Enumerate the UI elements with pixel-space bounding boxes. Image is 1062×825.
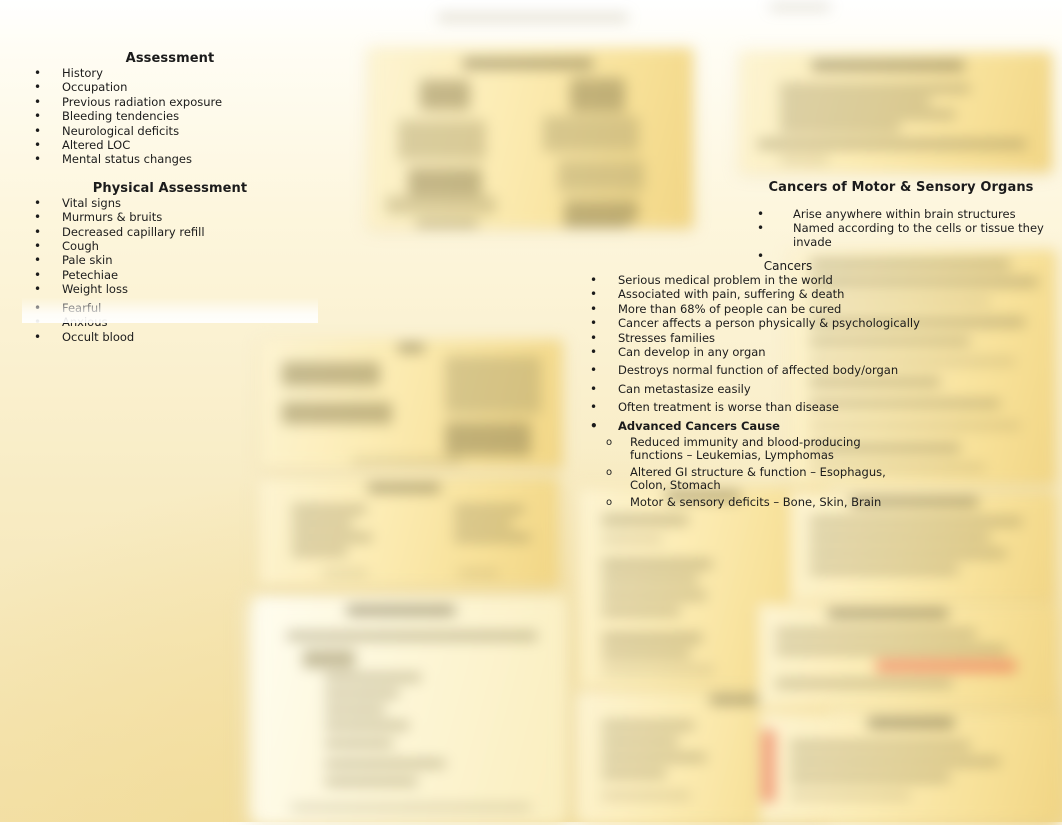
list-item: Can develop in any organ: [578, 345, 998, 359]
blurred-panel-right-footer: [760, 712, 1060, 822]
blurred-panel-top-center: [368, 48, 693, 228]
list-item: Fearful: [22, 301, 318, 315]
cancers-title: Cancers: [763, 259, 813, 273]
cancers-list: Serious medical problem in the world Ass…: [578, 273, 998, 433]
list-item: Cancer affects a person physically & psy…: [578, 316, 998, 330]
blurred-panel-center-left: [260, 340, 562, 468]
motor-sensory-title: Cancers of Motor & Sensory Organs: [768, 180, 1034, 195]
list-item: Arise anywhere within brain structures: [745, 207, 1057, 221]
blurred-panel-right-bottom: [758, 604, 1058, 708]
list-item: Weight loss: [22, 282, 318, 296]
blurred-highlight-bar: [762, 730, 775, 802]
list-item: Mental status changes: [22, 152, 318, 166]
blurred-top-edge-text: [438, 14, 628, 21]
list-item: Serious medical problem in the world: [578, 273, 998, 287]
list-item: History: [22, 66, 318, 80]
assessment-list: History Occupation Previous radiation ex…: [22, 66, 318, 167]
list-item-advanced-cancers: Advanced Cancers Cause: [578, 419, 998, 433]
advanced-cancers-sublist: Reduced immunity and blood-producing fun…: [578, 435, 998, 510]
motor-sensory-panel: Cancers of Motor & Sensory Organs Arise …: [745, 180, 1057, 263]
assessment-title: Assessment: [125, 51, 215, 66]
list-item: Cough: [22, 239, 318, 253]
list-item: Can metastasize easily: [578, 382, 998, 396]
assessment-panel: Assessment History Occupation Previous r…: [22, 45, 318, 344]
physical-assessment-title: Physical Assessment: [92, 180, 248, 196]
blurred-panel-bottom-left: [255, 598, 565, 823]
list-item: Petechiae: [22, 268, 318, 282]
sub-list-item-cont: Colon, Stomach: [630, 478, 721, 493]
list-item: Stresses families: [578, 331, 998, 345]
blurred-panel-top-right: [740, 52, 1052, 172]
list-item: Previous radiation exposure: [22, 95, 318, 109]
list-item: Named according to the cells or tissue t…: [745, 221, 1057, 249]
motor-sensory-list: Arise anywhere within brain structures N…: [745, 207, 1057, 263]
list-item: Neurological deficits: [22, 124, 318, 138]
physical-assessment-list: Vital signs Murmurs & bruits Decreased c…: [22, 196, 318, 344]
list-item: More than 68% of people can be cured: [578, 302, 998, 316]
list-item: Destroys normal function of affected bod…: [578, 363, 998, 377]
list-item: Pale skin: [22, 253, 318, 267]
list-item: Often treatment is worse than disease: [578, 400, 998, 414]
sub-list-item: Motor & sensory deficits – Bone, Skin, B…: [578, 495, 998, 510]
list-item: Occult blood: [22, 329, 318, 343]
list-item: Vital signs: [22, 196, 318, 210]
list-item: Murmurs & bruits: [22, 210, 318, 224]
sub-list-item-cont: functions – Leukemias, Lymphomas: [630, 448, 834, 463]
blurred-highlight-text: [876, 660, 1016, 672]
cancers-panel: Cancers Serious medical problem in the w…: [578, 258, 998, 510]
list-item: Associated with pain, suffering & death: [578, 287, 998, 301]
list-item: Anxious: [22, 315, 318, 329]
list-item: Occupation: [22, 80, 318, 94]
list-item: Bleeding tendencies: [22, 109, 318, 123]
sub-list-item: Reduced immunity and blood-producing: [578, 435, 998, 450]
sub-list-item: Altered GI structure & function – Esopha…: [578, 465, 998, 480]
list-item: Decreased capillary refill: [22, 225, 318, 239]
blurred-panel-center-left-2: [258, 478, 558, 586]
list-item: Altered LOC: [22, 138, 318, 152]
blurred-top-edge-text-2: [770, 4, 830, 10]
